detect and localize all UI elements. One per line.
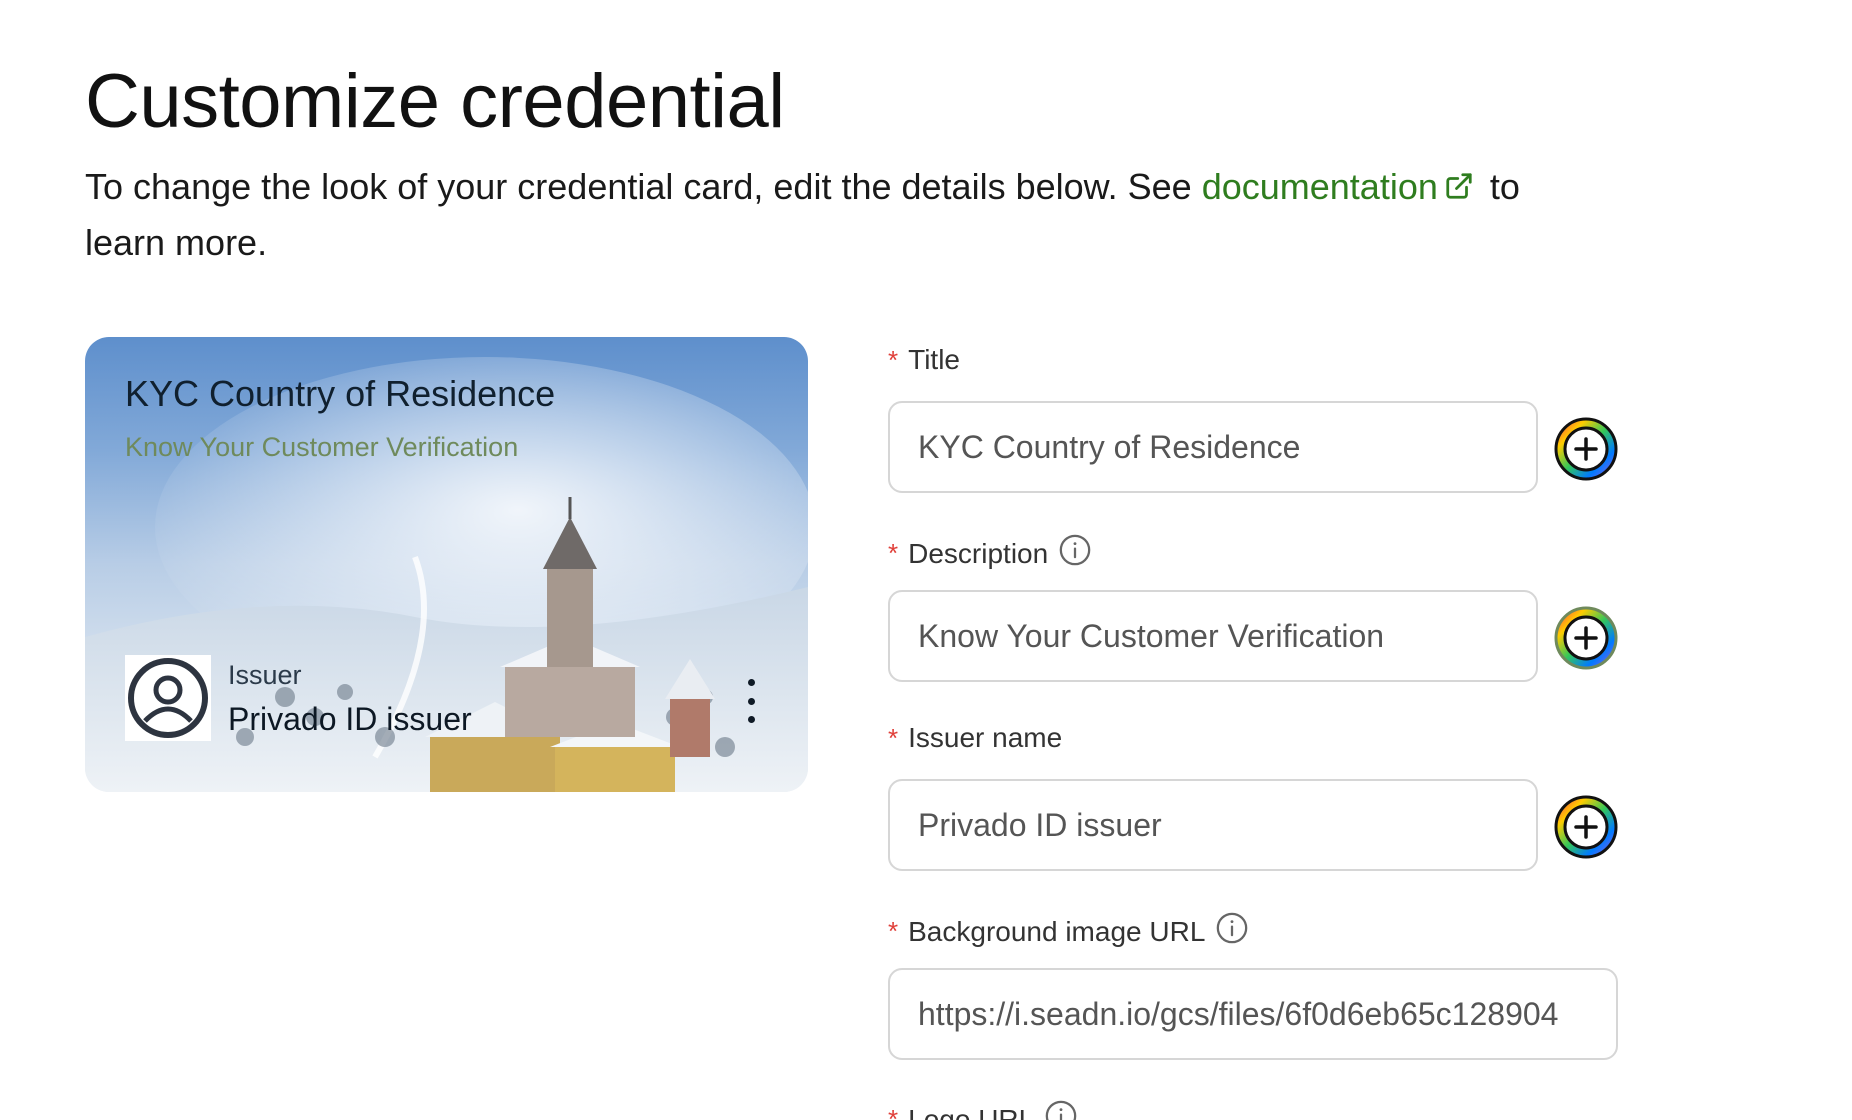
issuer-name-input[interactable]: Privado ID issuer — [888, 779, 1538, 871]
customize-credential-page: Customize credential To change the look … — [0, 0, 1852, 1120]
intro-text: To change the look of your credential ca… — [85, 160, 1585, 270]
required-asterisk: * — [888, 1104, 899, 1120]
intro-text-start: To change the look of your credential ca… — [85, 166, 1202, 207]
more-vertical-icon[interactable] — [741, 679, 761, 723]
info-icon[interactable] — [1044, 1099, 1078, 1120]
color-picker-icon[interactable] — [1554, 417, 1618, 481]
background-url-field-label: * Background image URL — [888, 911, 1249, 952]
logo-url-label-text: Logo URL — [908, 1103, 1035, 1120]
required-asterisk: * — [888, 916, 899, 946]
title-label-text: Title — [908, 344, 960, 375]
info-icon[interactable] — [1215, 911, 1249, 952]
info-icon[interactable] — [1058, 533, 1092, 574]
title-color-picker-button[interactable] — [1554, 417, 1618, 481]
documentation-link[interactable]: documentation — [1202, 166, 1480, 207]
card-description: Know Your Customer Verification — [125, 432, 519, 462]
issuer-name-label-text: Issuer name — [908, 722, 1063, 753]
required-asterisk: * — [888, 538, 899, 568]
card-title: KYC Country of Residence — [125, 373, 556, 414]
documentation-link-label[interactable]: documentation — [1202, 166, 1438, 207]
background-url-label-text: Background image URL — [908, 915, 1206, 947]
title-input[interactable]: KYC Country of Residence — [888, 401, 1538, 493]
issuer-name: Privado ID issuer — [228, 701, 472, 737]
issuer-name-field-label: * Issuer name — [888, 722, 1062, 754]
logo-url-field-label: * Logo URL — [888, 1099, 1078, 1120]
required-asterisk: * — [888, 344, 899, 375]
page-title: Customize credential — [85, 59, 785, 144]
external-link-icon[interactable] — [1444, 162, 1474, 216]
color-picker-icon[interactable] — [1554, 795, 1618, 859]
description-label-text: Description — [908, 537, 1049, 569]
background-url-input[interactable]: https://i.seadn.io/gcs/files/6f0d6eb65c1… — [888, 968, 1618, 1060]
issuer-name-color-picker-button[interactable] — [1554, 795, 1618, 859]
color-picker-icon[interactable] — [1554, 606, 1618, 670]
description-input[interactable]: Know Your Customer Verification — [888, 590, 1538, 682]
description-color-picker-button[interactable] — [1554, 606, 1618, 670]
issuer-label: Issuer — [228, 660, 302, 690]
required-asterisk: * — [888, 722, 899, 753]
credential-card-preview: KYC Country of Residence Know Your Custo… — [85, 337, 808, 792]
description-field-label: * Description — [888, 533, 1092, 574]
issuer-logo — [125, 655, 211, 741]
user-avatar-icon — [128, 658, 208, 738]
title-field-label: * Title — [888, 344, 960, 376]
